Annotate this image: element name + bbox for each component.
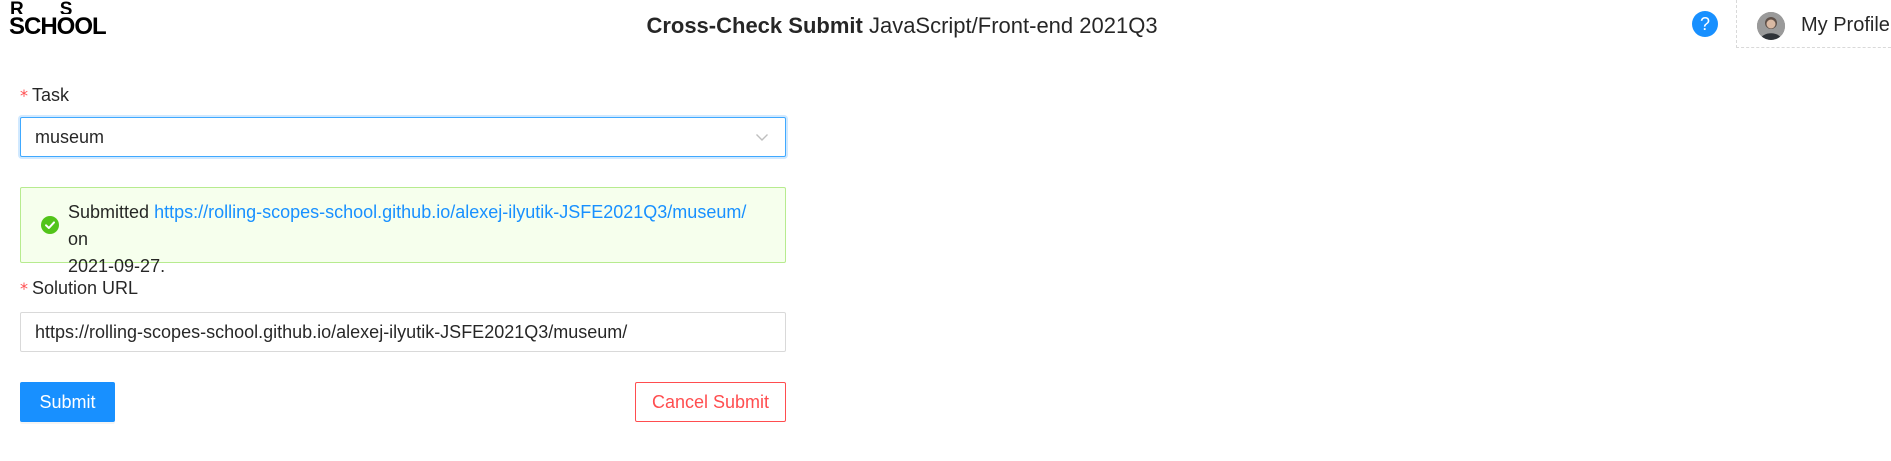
required-mark: * (20, 86, 28, 105)
required-mark: * (20, 279, 28, 298)
task-label: * Task (20, 85, 70, 105)
avatar (1757, 12, 1785, 40)
check-circle-icon (41, 216, 59, 234)
solution-url-input[interactable]: https://rolling-scopes-school.github.io/… (20, 312, 786, 352)
submit-button[interactable]: Submit (20, 382, 115, 422)
my-profile-button[interactable]: My Profile (1736, 0, 1891, 48)
task-select-value: museum (35, 127, 105, 147)
page-header: RS SCHOOL Cross-Check Submit JavaScript/… (0, 0, 1891, 56)
solution-url-label: * Solution URL (20, 278, 139, 298)
profile-label: My Profile (1801, 14, 1890, 36)
submission-status-alert: Submitted https://rolling-scopes-school.… (20, 187, 786, 276)
task-select[interactable]: museum (20, 117, 786, 157)
page-title-bold: Cross-Check Submit (646, 13, 863, 38)
cancel-submit-button[interactable]: Cancel Submit (635, 382, 786, 422)
submitted-solution-link[interactable]: https://rolling-scopes-school.github.io/… (154, 202, 746, 222)
chevron-down-icon (756, 134, 768, 141)
submission-status-message: Submitted https://rolling-scopes-school.… (68, 202, 747, 276)
page-title: Cross-Check Submit JavaScript/Front-end … (0, 0, 1804, 52)
page-title-course: JavaScript/Front-end 2021Q3 (868, 13, 1158, 38)
question-circle-icon[interactable]: ? (1692, 11, 1718, 37)
submission-date: 2021-09-27. (68, 256, 166, 276)
